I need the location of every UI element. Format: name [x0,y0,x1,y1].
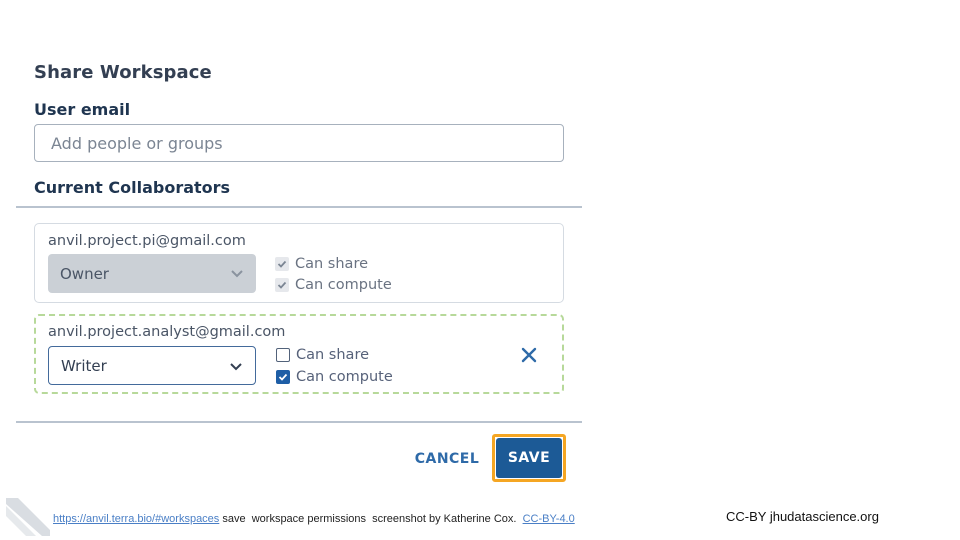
can-compute-checkbox[interactable]: Can compute [276,369,393,385]
chevron-down-icon [230,363,242,371]
license-link[interactable]: CC-BY-4.0 [523,513,575,525]
can-compute-label: Can compute [295,277,392,293]
can-share-checkbox: Can share [275,256,368,272]
can-share-checkbox[interactable]: Can share [276,347,369,363]
checkmark-icon [275,278,289,292]
divider [16,206,582,208]
role-select-value: Owner [60,264,109,283]
footer-caption: https://anvil.terra.bio/#workspaces save… [53,513,575,525]
save-button[interactable]: SAVE [496,438,562,478]
role-select-value: Writer [61,356,107,375]
chevron-down-icon [231,270,243,278]
checkmark-icon[interactable] [276,370,290,384]
user-email-label: User email [34,100,131,119]
collaborator-card-owner: anvil.project.pi@gmail.com Owner Can sha… [34,223,564,303]
collaborator-email: anvil.project.pi@gmail.com [48,233,246,249]
role-select[interactable]: Writer [48,346,256,385]
source-link[interactable]: https://anvil.terra.bio/#workspaces [53,513,219,525]
divider [16,421,582,423]
can-compute-checkbox: Can compute [275,277,392,293]
current-collaborators-label: Current Collaborators [34,178,231,197]
cancel-button[interactable]: CANCEL [408,444,486,474]
can-share-label: Can share [296,347,370,363]
can-share-label: Can share [295,256,369,272]
slide-logo-icon [6,498,50,536]
checkbox-unchecked-icon[interactable] [276,348,290,362]
user-email-input[interactable] [34,124,564,162]
can-compute-label: Can compute [296,369,393,385]
checkmark-icon [275,257,289,271]
dialog-title: Share Workspace [34,62,212,83]
role-select-disabled: Owner [48,254,256,293]
caption-text: save workspace permissions screenshot by… [219,513,523,525]
footer-credit: CC-BY jhudatascience.org [726,509,879,524]
collaborator-card-writer: anvil.project.analyst@gmail.com Writer C… [34,314,564,394]
close-icon[interactable] [520,346,538,364]
collaborator-email: anvil.project.analyst@gmail.com [48,324,286,340]
